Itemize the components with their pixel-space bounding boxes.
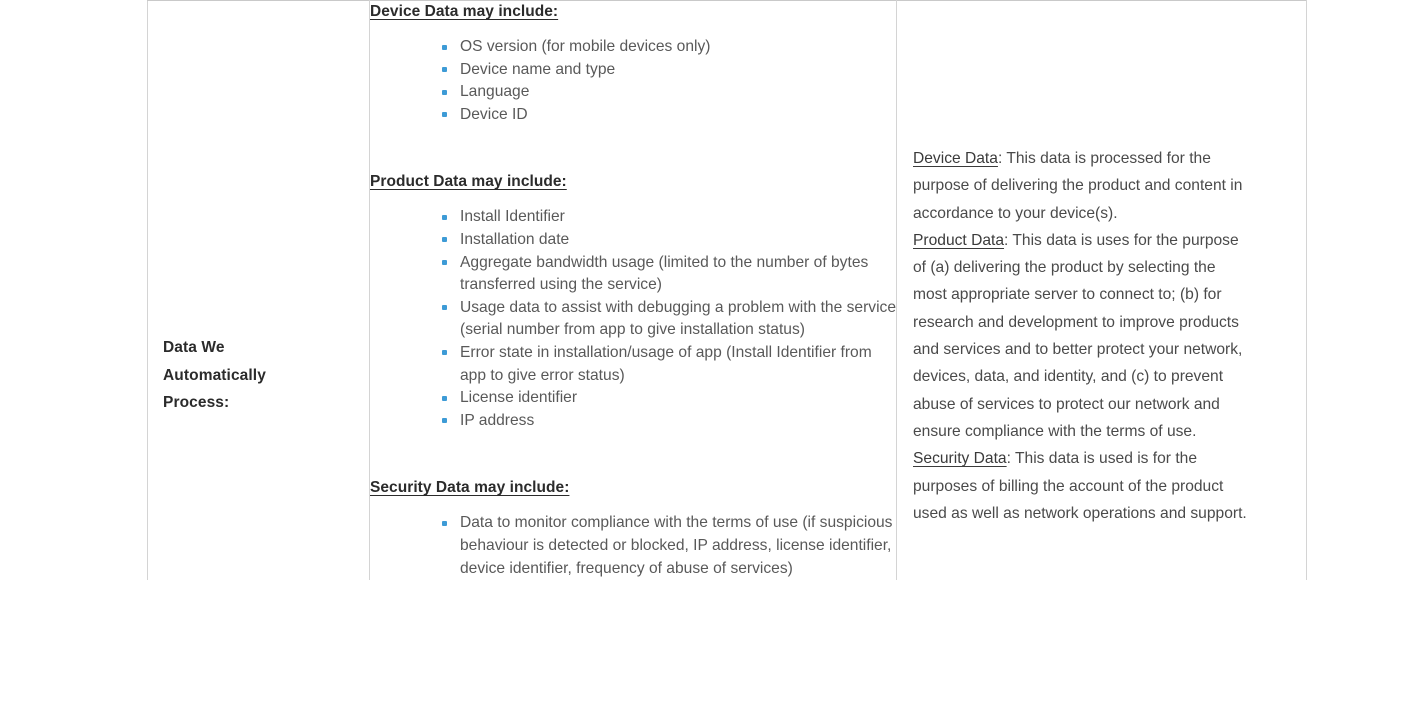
list-item: Error state in installation/usage of app… — [441, 342, 896, 387]
purpose-text-block: Device Data: This data is processed for … — [913, 145, 1253, 527]
document-page: Data We Automatically Process: Device Da… — [0, 0, 1425, 707]
purpose-paragraph-device-data: Device Data: This data is processed for … — [913, 145, 1253, 227]
purpose-paragraph-security-data: Security Data: This data is used is for … — [913, 445, 1253, 527]
table-row: Data We Automatically Process: Device Da… — [147, 0, 1307, 581]
list-item: Language — [441, 81, 896, 104]
list-item: OS version (for mobile devices only) — [441, 36, 896, 59]
purpose-body-product-data: : This data is uses for the purpose of (… — [913, 231, 1243, 440]
row-label-line-1: Data We — [163, 339, 225, 356]
bullet-list-security-data: Data to monitor compliance with the term… — [370, 512, 896, 580]
purpose-paragraph-product-data: Product Data: This data is uses for the … — [913, 227, 1253, 445]
section-heading-device-data: Device Data may include: — [370, 3, 559, 20]
purpose-cell: Device Data: This data is processed for … — [896, 0, 1307, 581]
bullet-list-device-data: OS version (for mobile devices only) Dev… — [370, 36, 896, 126]
row-label-line-3: Process: — [163, 394, 230, 411]
bullet-list-product-data: Install Identifier Installation date Agg… — [370, 206, 896, 432]
purpose-term-product-data: Product Data — [913, 231, 1005, 249]
list-item: Device ID — [441, 104, 896, 127]
row-label-text: Data We Automatically Process: — [163, 334, 313, 417]
section-heading-product-data: Product Data may include: — [370, 173, 567, 191]
purpose-term-security-data: Security Data — [913, 450, 1007, 468]
list-item: Installation date — [441, 229, 896, 252]
list-item: Aggregate bandwidth usage (limited to th… — [441, 252, 896, 297]
list-item: License identifier — [441, 387, 896, 410]
list-item: Data to monitor compliance with the term… — [441, 512, 896, 580]
list-item: IP address — [441, 410, 896, 433]
list-item: Install Identifier — [441, 206, 896, 229]
privacy-data-table: Data We Automatically Process: Device Da… — [147, 0, 1307, 581]
row-label-cell: Data We Automatically Process: — [147, 0, 370, 581]
list-item: Usage data to assist with debugging a pr… — [441, 297, 896, 342]
list-item: Device name and type — [441, 59, 896, 82]
section-heading-security-data: Security Data may include: — [370, 479, 570, 497]
row-label-line-2: Automatically — [163, 366, 266, 384]
data-types-cell: Device Data may include: OS version (for… — [369, 0, 897, 581]
purpose-term-device-data: Device Data — [913, 150, 998, 167]
